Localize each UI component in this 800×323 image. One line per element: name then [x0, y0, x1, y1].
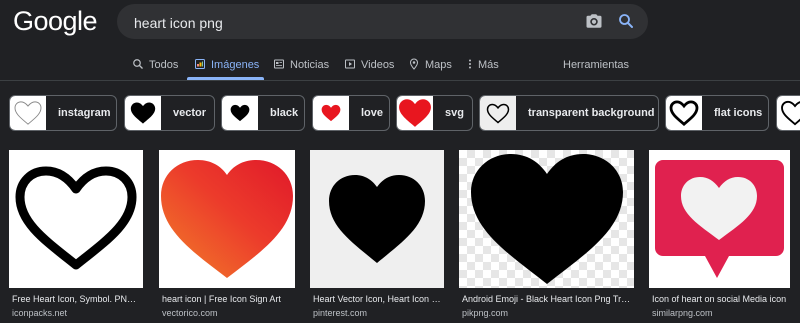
result-title[interactable]: heart icon | Free Icon Sign Art — [162, 294, 298, 304]
tab-imagenes[interactable]: Imágenes — [194, 50, 259, 80]
tab-label: Videos — [361, 59, 395, 71]
play-icon — [344, 58, 356, 73]
result-card[interactable]: Heart Vector Icon, Heart Icon PNG pinter… — [310, 150, 447, 323]
heart-emoji-image[interactable] — [459, 150, 634, 288]
result-source: vectorico.com — [162, 308, 218, 318]
heart-outline-thumbnail — [777, 96, 800, 130]
chip-label: vector — [173, 107, 207, 119]
result-source: iconpacks.net — [12, 308, 68, 318]
search-box[interactable] — [117, 4, 648, 41]
chip-label: black — [270, 107, 299, 119]
chip-flat-icons[interactable]: flat icons — [665, 95, 769, 131]
chip-instagram[interactable]: instagram — [9, 95, 117, 131]
tab-label: Maps — [425, 59, 452, 71]
chip-label: svg — [445, 107, 464, 119]
chip-svg[interactable]: svg — [396, 95, 473, 131]
result-card[interactable]: Free Heart Icon, Symbol. PNG, SVG Downlo… — [9, 150, 146, 323]
tab-videos[interactable]: Videos — [344, 50, 394, 80]
result-source: pikpng.com — [462, 308, 509, 318]
result-title[interactable]: Icon of heart on social Media icon — [652, 294, 793, 304]
tab-maps[interactable]: Maps — [408, 50, 452, 80]
heart-black-image[interactable] — [310, 150, 444, 288]
result-source: similarpng.com — [652, 308, 713, 318]
camera-icon[interactable] — [585, 12, 603, 35]
result-title[interactable]: Heart Vector Icon, Heart Icon PNG — [313, 294, 447, 304]
heart-outline-thumbnail — [10, 96, 46, 130]
tab-label: Todos — [149, 59, 179, 71]
chip-partial[interactable] — [776, 95, 800, 131]
tab-mas[interactable]: Más — [467, 50, 499, 80]
search-tabs: Todos Imágenes Noticias Videos Maps Más … — [0, 50, 800, 80]
result-source: pinterest.com — [313, 308, 368, 318]
chip-label: instagram — [58, 107, 111, 119]
result-title[interactable]: Android Emoji - Black Heart Icon Png Tra… — [462, 294, 637, 304]
search-icon — [132, 58, 144, 73]
google-logo[interactable]: Google — [13, 6, 98, 37]
chip-vector[interactable]: vector — [124, 95, 215, 131]
tools-button[interactable]: Herramientas — [563, 50, 629, 80]
chip-label: flat icons — [714, 107, 763, 119]
news-icon — [273, 58, 285, 73]
result-card[interactable]: Icon of heart on social Media icon simil… — [649, 150, 790, 323]
heart-outline-thumbnail — [480, 96, 516, 130]
chip-love[interactable]: love — [312, 95, 390, 131]
heart-outline-image[interactable] — [9, 150, 143, 288]
result-card[interactable]: heart icon | Free Icon Sign Art vectoric… — [159, 150, 295, 323]
result-card[interactable]: Android Emoji - Black Heart Icon Png Tra… — [459, 150, 637, 323]
tab-todos[interactable]: Todos — [132, 50, 178, 80]
chip-label: transparent background — [528, 107, 655, 119]
tabs-divider — [0, 80, 800, 81]
heart-icon — [125, 96, 161, 130]
heart-icon — [397, 96, 433, 130]
image-icon — [194, 58, 206, 73]
heart-icon — [313, 96, 349, 130]
heart-social-image[interactable] — [649, 150, 790, 288]
heart-gradient-image[interactable] — [159, 150, 295, 288]
search-input[interactable] — [132, 4, 576, 41]
chip-label: love — [361, 107, 384, 119]
tools-label: Herramientas — [563, 59, 630, 71]
more-vert-icon — [467, 58, 473, 73]
tab-label: Imágenes — [211, 59, 260, 71]
tab-label: Más — [478, 59, 499, 71]
chip-black[interactable]: black — [221, 95, 305, 131]
tab-label: Noticias — [290, 59, 330, 71]
heart-icon — [222, 96, 258, 130]
result-title[interactable]: Free Heart Icon, Symbol. PNG, SVG Downlo… — [12, 294, 146, 304]
chip-transparent-background[interactable]: transparent background — [479, 95, 659, 131]
heart-outline-thumbnail — [666, 96, 702, 130]
search-submit-icon[interactable] — [617, 12, 635, 35]
tab-noticias[interactable]: Noticias — [273, 50, 329, 80]
map-pin-icon — [408, 57, 420, 73]
